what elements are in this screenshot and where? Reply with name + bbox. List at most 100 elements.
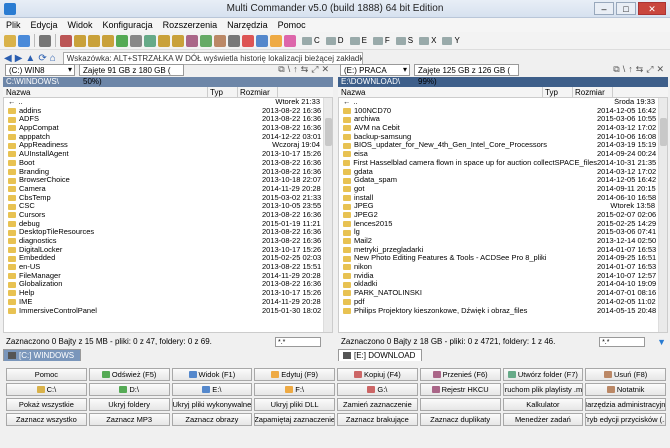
command-button[interactable]: Narzędzia administracyjne bbox=[585, 398, 666, 411]
left-filter-input[interactable]: *.* bbox=[275, 336, 321, 347]
drive-button-x[interactable]: X bbox=[419, 36, 436, 45]
left-drive-select[interactable]: (C:) WIN8 bbox=[5, 63, 75, 76]
drive-button-f[interactable]: F bbox=[372, 36, 390, 45]
drive-button-s[interactable]: S bbox=[395, 36, 413, 45]
drive-button-e[interactable]: E bbox=[349, 36, 367, 45]
delete-icon[interactable] bbox=[242, 34, 254, 47]
favorites-icon[interactable] bbox=[270, 34, 282, 47]
file-row[interactable]: ImmersiveControlPanel 2015-01-30 18:02 bbox=[4, 306, 332, 316]
root-icon[interactable]: \ bbox=[288, 64, 291, 75]
command-button[interactable]: Notatnik bbox=[585, 383, 666, 396]
right-tab[interactable]: [E:] DOWNLOAD bbox=[338, 349, 423, 361]
command-button[interactable]: Menedżer zadań bbox=[502, 413, 584, 426]
left-tab[interactable]: [C:] WINDOWS bbox=[3, 349, 82, 361]
network-icon[interactable] bbox=[256, 34, 268, 47]
right-drive-select[interactable]: (E:) PRACA bbox=[340, 63, 410, 76]
swap-panels-icon[interactable]: ⇆ bbox=[636, 64, 644, 75]
column-type[interactable]: Typ bbox=[207, 87, 237, 97]
sync-icon[interactable] bbox=[116, 34, 128, 47]
command-button[interactable]: E:\ bbox=[171, 383, 253, 396]
color-icon[interactable] bbox=[284, 34, 296, 47]
command-button[interactable]: Rejestr HKCU bbox=[419, 383, 501, 396]
unpack-icon[interactable] bbox=[88, 34, 100, 47]
folder-tree-icon[interactable] bbox=[158, 34, 170, 47]
pack-icon[interactable] bbox=[74, 34, 86, 47]
disk-icon[interactable] bbox=[228, 34, 240, 47]
right-scrollbar[interactable] bbox=[658, 98, 667, 332]
command-button[interactable]: Przenieś (F6) bbox=[419, 368, 501, 381]
column-size[interactable]: Rozmiar bbox=[237, 87, 277, 97]
command-button[interactable]: F:\ bbox=[254, 383, 335, 396]
column-type[interactable]: Typ bbox=[542, 87, 572, 97]
copy-path-icon[interactable]: ⧉ bbox=[278, 64, 284, 75]
sync-panels-icon[interactable]: ⤢ bbox=[646, 64, 653, 75]
menu-plik[interactable]: Plik bbox=[6, 18, 21, 32]
right-filter-input[interactable]: *.* bbox=[599, 336, 646, 347]
command-button[interactable]: Zamień zaznaczenie bbox=[337, 398, 418, 411]
copy-icon[interactable] bbox=[18, 34, 30, 47]
menu-pomoc[interactable]: Pomoc bbox=[278, 18, 306, 32]
command-button[interactable]: Kalkulator bbox=[502, 398, 584, 411]
column-date[interactable] bbox=[277, 87, 333, 97]
menu-widok[interactable]: Widok bbox=[68, 18, 93, 32]
command-button[interactable]: Odśwież (F5) bbox=[88, 368, 170, 381]
command-button[interactable]: Zaznacz obrazy bbox=[171, 413, 253, 426]
drive-button-y[interactable]: Y bbox=[442, 36, 460, 45]
command-button[interactable] bbox=[419, 398, 501, 411]
command-button[interactable]: Zapamiętaj zaznaczenie bbox=[254, 413, 335, 426]
view-icon[interactable] bbox=[39, 34, 51, 47]
copy-path-icon[interactable]: ⧉ bbox=[613, 64, 619, 75]
close-button[interactable]: ✕ bbox=[638, 2, 666, 15]
command-button[interactable]: Utwórz folder (F7) bbox=[502, 368, 584, 381]
maximize-button[interactable]: □ bbox=[616, 2, 636, 15]
left-path-bar[interactable]: C:\WINDOWS\ bbox=[3, 77, 333, 87]
menu-edycja[interactable]: Edycja bbox=[31, 18, 58, 32]
menu-konfiguracja[interactable]: Konfiguracja bbox=[103, 18, 153, 32]
column-size[interactable]: Rozmiar bbox=[572, 87, 612, 97]
command-button[interactable]: Edytuj (F9) bbox=[254, 368, 335, 381]
parent-folder-icon[interactable]: ↑ bbox=[293, 64, 298, 75]
root-icon[interactable]: \ bbox=[623, 64, 626, 75]
close-tab-icon[interactable]: ✕ bbox=[321, 64, 329, 75]
folder-icon[interactable] bbox=[4, 34, 16, 47]
command-button[interactable]: Ukryj pliki DLL bbox=[254, 398, 335, 411]
command-button[interactable]: Ukryj pliki wykonywalne bbox=[171, 398, 253, 411]
scroll-thumb[interactable] bbox=[325, 118, 332, 146]
command-button[interactable]: Zaznacz MP3 bbox=[88, 413, 170, 426]
command-button[interactable]: C:\ bbox=[6, 383, 87, 396]
settings-icon[interactable] bbox=[186, 34, 198, 47]
parent-folder-icon[interactable]: ↑ bbox=[628, 64, 633, 75]
column-name[interactable]: Nazwa bbox=[338, 87, 542, 97]
command-button[interactable]: Zaznacz duplikaty bbox=[419, 413, 501, 426]
archive-icon[interactable] bbox=[102, 34, 114, 47]
column-name[interactable]: Nazwa bbox=[3, 87, 207, 97]
scroll-thumb[interactable] bbox=[660, 118, 667, 146]
cmd-icon[interactable] bbox=[130, 34, 142, 47]
command-button[interactable]: Zaznacz brakujące bbox=[337, 413, 418, 426]
drive-button-d[interactable]: D bbox=[325, 36, 344, 45]
sync-panels-icon[interactable]: ⤢ bbox=[311, 64, 318, 75]
right-path-bar[interactable]: E:\DOWNLOAD\ bbox=[338, 77, 668, 87]
folder-compare-icon[interactable] bbox=[172, 34, 184, 47]
rename-icon[interactable] bbox=[200, 34, 212, 47]
close-tab-icon[interactable]: ✕ bbox=[656, 64, 664, 75]
left-file-list[interactable]: ←.. Wtorek 21:33 addins 2013-08-22 16:36 ADF… bbox=[3, 98, 333, 333]
command-button[interactable]: Zaznacz wszystko bbox=[6, 413, 87, 426]
search-icon[interactable] bbox=[144, 34, 156, 47]
file-row[interactable]: Philips Projektory kieszonkowe, Dźwięk i… bbox=[339, 306, 667, 316]
command-button[interactable]: D:\ bbox=[88, 383, 170, 396]
command-button[interactable]: Pomoc bbox=[6, 368, 87, 381]
right-file-list[interactable]: ←.. Środa 19:33 100NCD70 2014-12-05 16:42 ar… bbox=[338, 98, 668, 333]
command-button[interactable]: G:\ bbox=[337, 383, 418, 396]
drive-button-c[interactable]: C bbox=[302, 36, 320, 45]
column-date[interactable] bbox=[612, 87, 668, 97]
command-button[interactable]: Uruchom plik playlisty .m... bbox=[502, 383, 584, 396]
swap-panels-icon[interactable]: ⇆ bbox=[301, 64, 309, 75]
scissors-icon[interactable] bbox=[60, 34, 72, 47]
command-button[interactable]: Pokaż wszystkie bbox=[6, 398, 87, 411]
command-button[interactable]: Usuń (F8) bbox=[585, 368, 666, 381]
menu-narzedzia[interactable]: Narzędzia bbox=[227, 18, 268, 32]
command-button[interactable]: Ukryj foldery bbox=[88, 398, 170, 411]
tools-icon[interactable] bbox=[214, 34, 226, 47]
command-button[interactable]: Widok (F1) bbox=[171, 368, 253, 381]
